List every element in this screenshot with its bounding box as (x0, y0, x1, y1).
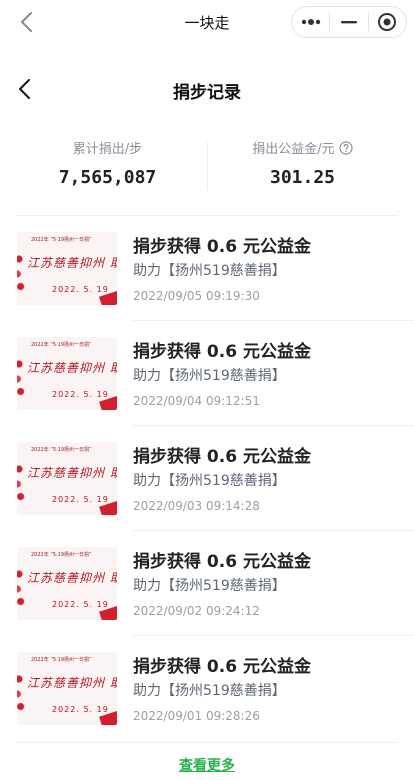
total-fund-stat: 捐出公益金/元 301.25 (199, 138, 406, 188)
thumbnail-date: 2022. 5. 19 (52, 600, 109, 609)
donation-stats: 累计捐出/步 7,565,087 捐出公益金/元 301.25 (0, 138, 414, 194)
thumbnail-header: 2022年 “5·19扬州一日捐” (31, 342, 92, 348)
thumbnail-calligraphy: 江苏慈善抑州 助力共同富裕 (27, 361, 117, 375)
record-project: 助力【扬州519慈善捐】 (133, 473, 286, 489)
record-item[interactable]: 2022年 “5·19扬州一日捐” 江苏慈善抑州 助力共同富裕 2022. 5.… (0, 531, 414, 636)
total-fund-value: 301.25 (269, 167, 336, 188)
thumbnail-header: 2022年 “5·19扬州一日捐” (31, 657, 92, 663)
thumbnail-calligraphy: 江苏慈善抑州 助力共同富裕 (27, 466, 117, 480)
thumbnail-header: 2022年 “5·19扬州一日捐” (31, 552, 92, 558)
record-thumbnail[interactable]: 2022年 “5·19扬州一日捐” 江苏慈善抑州 助力共同富裕 2022. 5.… (17, 442, 117, 515)
thumbnail-header: 2022年 “5·19扬州一日捐” (31, 237, 92, 243)
record-time: 2022/09/04 09:12:51 (133, 394, 260, 408)
total-steps-label: 累计捐出/步 (72, 142, 143, 157)
thumbnail-calligraphy: 江苏慈善抑州 助力共同富裕 (27, 256, 117, 270)
list-bottom-divider (16, 742, 398, 743)
mini-program-capsule (291, 6, 407, 38)
page-title: 捐步记录 (173, 83, 241, 103)
record-item[interactable]: 2022年 “5·19扬州一日捐” 江苏慈善抑州 助力共同富裕 2022. 5.… (0, 216, 414, 321)
record-project: 助力【扬州519慈善捐】 (133, 683, 286, 699)
thumbnail-flower-decoration (17, 664, 27, 714)
thumbnail-date: 2022. 5. 19 (52, 285, 109, 294)
thumbnail-date: 2022. 5. 19 (52, 390, 109, 399)
record-thumbnail[interactable]: 2022年 “5·19扬州一日捐” 江苏慈善抑州 助力共同富裕 2022. 5.… (17, 547, 117, 620)
thumbnail-flower-decoration (17, 559, 27, 609)
record-time: 2022/09/01 09:28:26 (133, 709, 260, 723)
thumbnail-date: 2022. 5. 19 (52, 495, 109, 504)
more-dots-icon (301, 19, 320, 25)
record-time: 2022/09/02 09:24:12 (133, 604, 260, 618)
thumbnail-header: 2022年 “5·19扬州一日捐” (31, 447, 92, 453)
thumbnail-flower-decoration (17, 244, 27, 294)
record-thumbnail[interactable]: 2022年 “5·19扬州一日捐” 江苏慈善抑州 助力共同富裕 2022. 5.… (17, 652, 117, 725)
page-header: 捐步记录 (0, 66, 414, 112)
target-close-icon (378, 13, 397, 31)
donation-record-list: 2022年 “5·19扬州一日捐” 江苏慈善抑州 助力共同富裕 2022. 5.… (0, 216, 414, 741)
thumbnail-calligraphy: 江苏慈善抑州 助力共同富裕 (27, 571, 117, 585)
record-item[interactable]: 2022年 “5·19扬州一日捐” 江苏慈善抑州 助力共同富裕 2022. 5.… (0, 321, 414, 426)
record-title: 捐步获得 0.6 元公益金 (133, 447, 311, 467)
more-button[interactable] (292, 7, 329, 37)
minimize-icon (340, 21, 357, 24)
thumbnail-calligraphy: 江苏慈善抑州 助力共同富裕 (27, 676, 117, 690)
total-steps-stat: 累计捐出/步 7,565,087 (4, 138, 211, 188)
record-project: 助力【扬州519慈善捐】 (133, 368, 286, 384)
record-thumbnail[interactable]: 2022年 “5·19扬州一日捐” 江苏慈善抑州 助力共同富裕 2022. 5.… (17, 337, 117, 410)
record-time: 2022/09/05 09:19:30 (133, 289, 260, 303)
thumbnail-flower-decoration (17, 454, 27, 504)
record-time: 2022/09/03 09:14:28 (133, 499, 260, 513)
record-item[interactable]: 2022年 “5·19扬州一日捐” 江苏慈善抑州 助力共同富裕 2022. 5.… (0, 636, 414, 741)
record-thumbnail[interactable]: 2022年 “5·19扬州一日捐” 江苏慈善抑州 助力共同富裕 2022. 5.… (17, 232, 117, 305)
close-button[interactable] (369, 7, 406, 37)
record-title: 捐步获得 0.6 元公益金 (133, 237, 311, 257)
minimize-button[interactable] (330, 7, 367, 37)
question-circle-icon[interactable] (339, 140, 353, 155)
record-project: 助力【扬州519慈善捐】 (133, 578, 286, 594)
record-title: 捐步获得 0.6 元公益金 (133, 342, 311, 362)
total-fund-label: 捐出公益金/元 (252, 142, 335, 157)
total-fund-label-row: 捐出公益金/元 (252, 138, 353, 157)
thumbnail-flower-decoration (17, 349, 27, 399)
record-project: 助力【扬州519慈善捐】 (133, 263, 286, 279)
record-title: 捐步获得 0.6 元公益金 (133, 552, 311, 572)
thumbnail-date: 2022. 5. 19 (52, 705, 109, 714)
total-steps-value: 7,565,087 (58, 167, 157, 188)
mini-program-nav-bar: 一块走 (0, 0, 414, 44)
record-title: 捐步获得 0.6 元公益金 (133, 657, 311, 677)
record-item[interactable]: 2022年 “5·19扬州一日捐” 江苏慈善抑州 助力共同富裕 2022. 5.… (0, 426, 414, 531)
view-more-link[interactable]: 查看更多 (0, 755, 414, 775)
